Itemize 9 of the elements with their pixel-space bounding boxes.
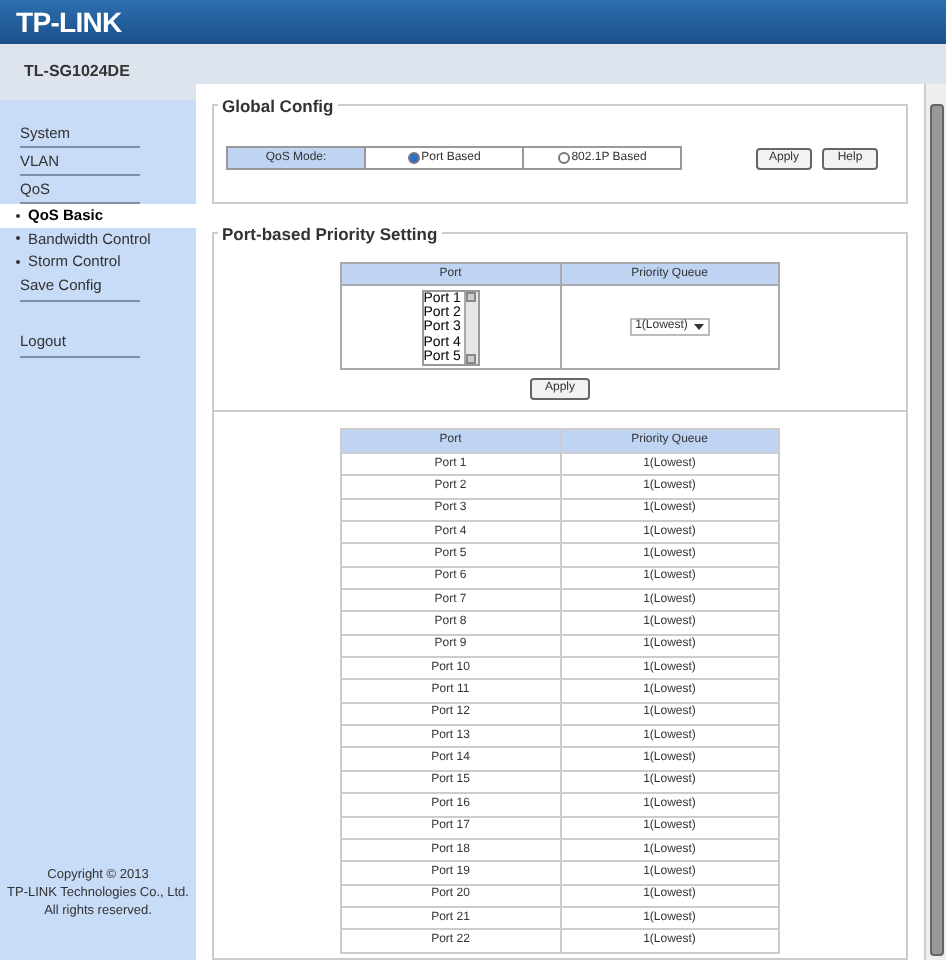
scrollbar[interactable] bbox=[924, 84, 946, 960]
radio-icon[interactable] bbox=[407, 152, 420, 164]
model-name: TL-SG1024DE bbox=[24, 60, 130, 84]
radio-icon[interactable] bbox=[557, 152, 570, 164]
logo: TP-LINK bbox=[16, 3, 122, 41]
section-title: Global Config bbox=[218, 94, 338, 120]
section-title: Port-based Priority Setting bbox=[218, 222, 442, 248]
scrollbar[interactable] bbox=[463, 291, 478, 363]
caret-icon bbox=[693, 324, 704, 330]
